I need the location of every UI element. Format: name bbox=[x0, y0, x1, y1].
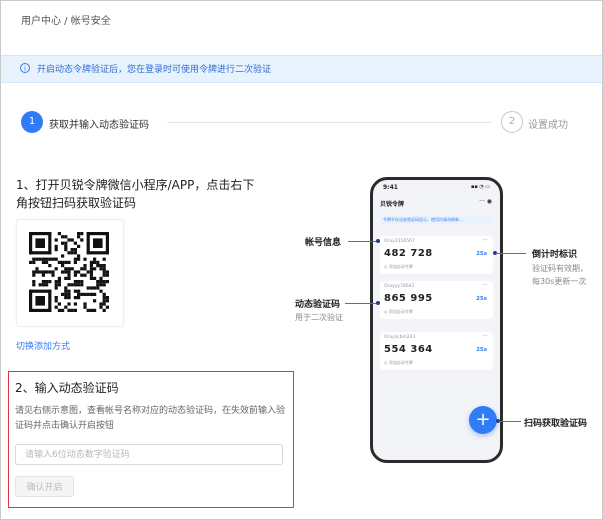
token-action: ◎ 添加自动令牌 bbox=[384, 360, 413, 365]
scan-plus-icon: + bbox=[469, 406, 497, 434]
token-action: ◎ 添加自动令牌 bbox=[384, 264, 413, 269]
more-icon: ··· bbox=[482, 333, 488, 340]
section-1-title: 1、打开贝锐令牌微信小程序/APP，点击右下角按钮扫码获取验证码 bbox=[16, 178, 255, 210]
breadcrumb: 用户中心 / 帐号安全 bbox=[21, 16, 111, 27]
token-code: 482 728 bbox=[384, 248, 433, 259]
annotation-dot bbox=[376, 239, 380, 243]
token-card: Orayzcbm243 ··· 554 364 25s ◎ 添加自动令牌 bbox=[380, 332, 493, 370]
switch-add-method-link[interactable]: 切换添加方式 bbox=[16, 339, 70, 352]
more-icon: ··· bbox=[482, 237, 488, 244]
token-countdown: 25s bbox=[476, 347, 487, 353]
phone-time: 9:41 bbox=[383, 184, 398, 191]
token-countdown: 25s bbox=[476, 251, 487, 257]
section-2-title: 2、输入动态验证码 bbox=[15, 381, 119, 395]
step-2-circle: 2 bbox=[501, 111, 523, 133]
annotation-countdown-sub-1: 验证码有效期， bbox=[532, 264, 588, 273]
banner-text: 开启动态令牌验证后，您在登录时可使用令牌进行二次验证 bbox=[37, 65, 272, 75]
annotation-countdown: 倒计时标识 bbox=[532, 250, 578, 260]
verification-code-input[interactable] bbox=[15, 444, 283, 465]
phone-tip: 令牌不在动态验证码显示，使用时请勿刷新… bbox=[380, 215, 493, 224]
confirm-enable-button[interactable]: 确认开启 bbox=[15, 476, 74, 497]
token-countdown: 25s bbox=[476, 296, 487, 302]
phone-status-icons: ▪▪ ◔ ▭ bbox=[470, 184, 490, 190]
annotation-line bbox=[348, 241, 377, 242]
step-2-label: 设置成功 bbox=[528, 120, 568, 131]
token-code: 865 995 bbox=[384, 293, 433, 304]
qr-code-image bbox=[29, 232, 109, 312]
info-icon: i bbox=[20, 63, 30, 73]
token-account: Oray2356567 bbox=[384, 239, 415, 244]
token-account: Orayzcbm243 bbox=[384, 335, 416, 340]
annotation-dynamic-code: 动态验证码 bbox=[295, 300, 341, 310]
phone-app-title: 贝锐令牌 bbox=[380, 201, 405, 208]
annotation-line bbox=[496, 253, 526, 254]
annotation-dot bbox=[376, 301, 380, 305]
step-1-label: 获取并输入动态验证码 bbox=[49, 120, 149, 131]
more-icon: ··· bbox=[482, 282, 488, 289]
section-2-description: 请见右侧示意图，查看帐号名称对应的动态验证码，在失效前输入验证码并点击确认开启按… bbox=[15, 406, 286, 431]
annotation-account-info: 帐号信息 bbox=[305, 238, 342, 248]
annotation-line bbox=[499, 421, 521, 422]
annotation-line bbox=[345, 303, 377, 304]
token-card: Oray2356567 ··· 482 728 25s ◎ 添加自动令牌 bbox=[380, 236, 493, 274]
token-card: Orayyy78642 ··· 865 995 25s ◎ 添加自动令牌 bbox=[380, 281, 493, 319]
annotation-dynamic-code-sub: 用于二次验证 bbox=[295, 313, 343, 322]
token-code: 554 364 bbox=[384, 344, 433, 355]
step-1-circle: 1 bbox=[21, 111, 43, 133]
qr-code bbox=[16, 219, 124, 327]
step-connector bbox=[167, 122, 491, 123]
token-account: Orayyy78642 bbox=[384, 284, 415, 289]
annotation-countdown-sub-2: 每30s更新一次 bbox=[532, 277, 587, 286]
phone-menu-icon: ··· ◉ bbox=[479, 198, 492, 205]
token-action: ◎ 添加自动令牌 bbox=[384, 309, 413, 314]
annotation-scan: 扫码获取验证码 bbox=[524, 419, 588, 429]
info-banner: i 开启动态令牌验证后，您在登录时可使用令牌进行二次验证 bbox=[1, 55, 602, 83]
